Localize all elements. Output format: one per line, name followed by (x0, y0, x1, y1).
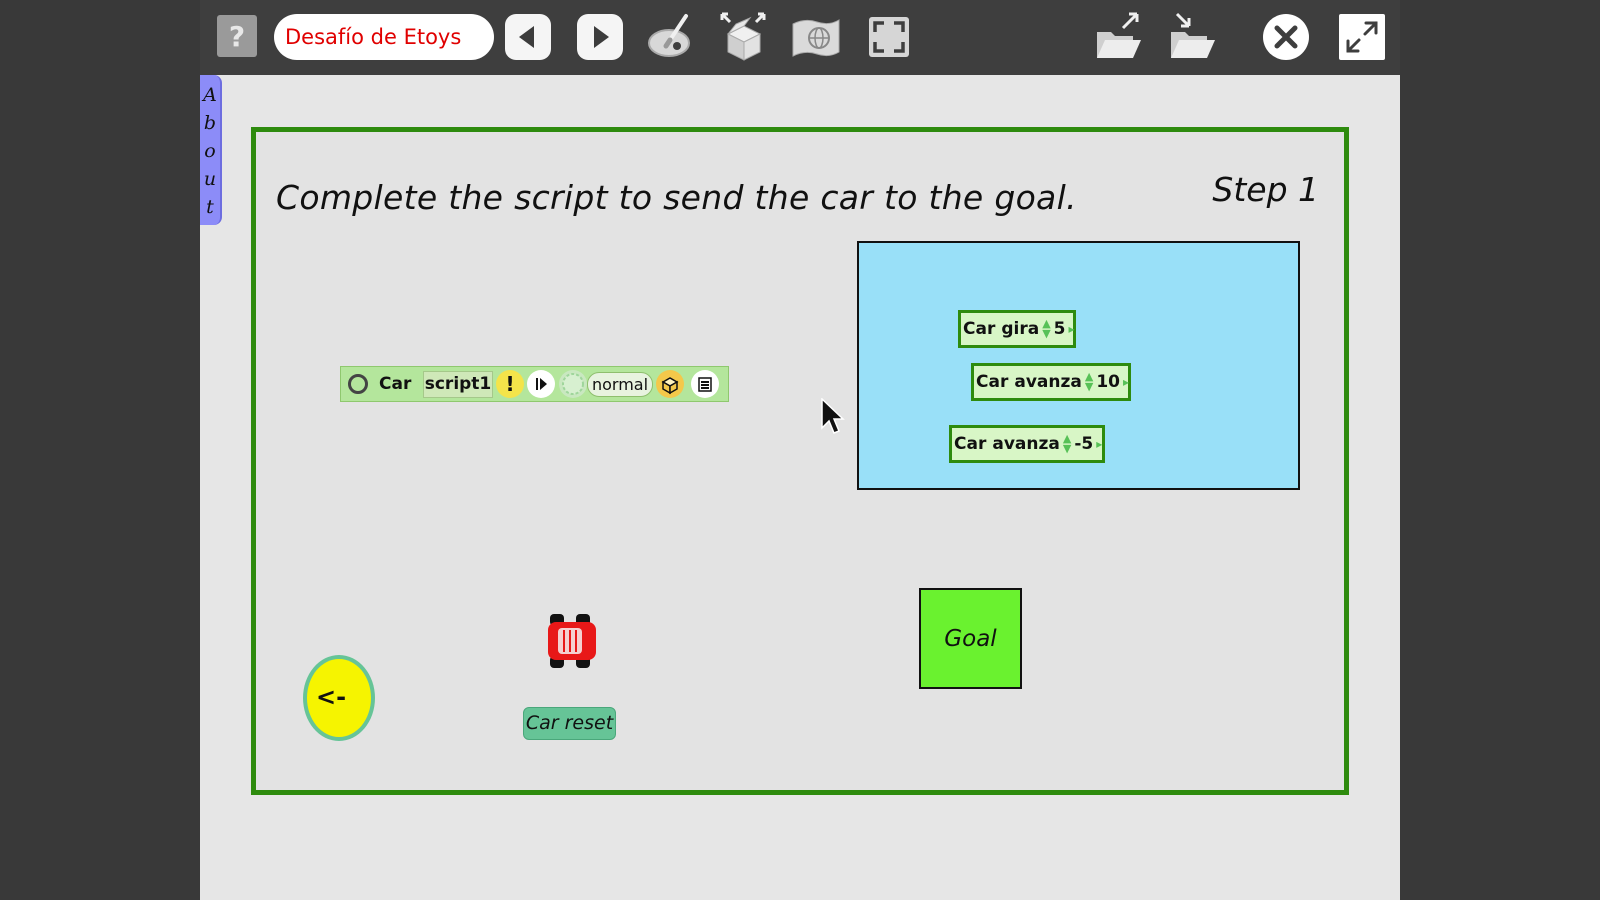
etoys-world: ? Desafío de Etoys A b o u t Complete th… (200, 0, 1400, 900)
clock-icon (562, 373, 584, 395)
globe-button[interactable] (789, 10, 843, 64)
car-reset-button[interactable]: Car reset (523, 707, 616, 740)
step-label: Step 1 (1212, 170, 1319, 209)
next-page-icon (594, 26, 609, 48)
paint-button[interactable] (644, 10, 698, 64)
tile-car-gira[interactable]: Car gira ▲ ▼ 5 ▸ (958, 310, 1076, 348)
book-page: Complete the script to send the car to t… (251, 127, 1349, 795)
about-letter: b (203, 112, 217, 134)
tile-extend-icon[interactable]: ▸ (1069, 322, 1075, 336)
project-name-field[interactable]: Desafío de Etoys (274, 14, 494, 60)
tile-value[interactable]: -5 (1072, 434, 1095, 454)
save-project-icon (1171, 12, 1215, 58)
load-project-icon (1097, 12, 1141, 58)
tile-palette: Car gira ▲ ▼ 5 ▸ Car avanza ▲ ▼ 10 ▸ Car a… (857, 241, 1300, 490)
fullscreen-frame-icon (869, 17, 909, 57)
menu-icon (698, 377, 712, 392)
tick-status-selector[interactable]: normal (587, 372, 653, 397)
tile-extend-icon[interactable]: ▸ (1123, 375, 1129, 389)
tile-player: Car (976, 372, 1009, 392)
next-page-button[interactable] (577, 14, 623, 60)
about-letter: o (204, 140, 216, 162)
close-button[interactable] (1263, 14, 1309, 60)
expand-button[interactable] (1339, 14, 1385, 60)
script-name-field[interactable]: script1 (423, 371, 493, 398)
step-button[interactable] (527, 370, 555, 398)
globe-icon (792, 19, 840, 57)
save-project-button[interactable] (1167, 10, 1221, 64)
previous-page-button[interactable] (505, 14, 551, 60)
about-letter: A (203, 84, 217, 106)
help-button[interactable]: ? (217, 15, 257, 57)
tile-car-avanza-back[interactable]: Car avanza ▲ ▼ -5 ▸ (949, 425, 1105, 463)
help-icon: ? (228, 19, 246, 53)
fullscreen-frame-button[interactable] (862, 10, 916, 64)
tile-command: avanza (1014, 372, 1082, 392)
tile-player: Car (954, 434, 987, 454)
car-sprite-icon[interactable] (546, 612, 598, 670)
tile-player: Car (963, 319, 996, 339)
supplies-button[interactable] (716, 10, 770, 64)
clock-button[interactable] (559, 370, 587, 398)
script-editor[interactable]: Car script1 ! normal (340, 366, 729, 402)
paint-icon (648, 14, 690, 57)
back-button-label: <- (316, 683, 347, 711)
script-player-name: Car (379, 374, 412, 394)
dismiss-circle-icon[interactable] (348, 374, 368, 394)
tile-car-avanza[interactable]: Car avanza ▲ ▼ 10 ▸ (971, 363, 1131, 401)
tile-command: gira (1001, 319, 1040, 339)
tiles-button[interactable] (656, 370, 684, 398)
close-icon (1274, 25, 1298, 49)
back-button[interactable]: <- (302, 654, 376, 742)
value-arrows-icon[interactable]: ▲ ▼ (1063, 433, 1071, 454)
goal-box[interactable]: Goal (919, 588, 1022, 689)
run-once-button[interactable]: ! (496, 370, 524, 398)
value-arrows-icon[interactable]: ▲ ▼ (1085, 371, 1093, 392)
about-letter: u (203, 168, 217, 190)
load-project-button[interactable] (1093, 10, 1147, 64)
value-arrows-icon[interactable]: ▲ ▼ (1042, 318, 1050, 339)
about-flap-tab[interactable]: A b o u t (200, 75, 222, 225)
about-letter: t (206, 196, 214, 218)
mouse-cursor-icon (821, 398, 845, 434)
toolbar: ? Desafío de Etoys (200, 0, 1400, 75)
previous-page-icon (519, 26, 534, 48)
tile-command: avanza (992, 434, 1060, 454)
script-menu-button[interactable] (691, 370, 719, 398)
instruction-text: Complete the script to send the car to t… (276, 178, 1077, 217)
tile-extend-icon[interactable]: ▸ (1096, 437, 1102, 451)
expand-icon (1346, 21, 1378, 53)
package-icon (661, 377, 679, 395)
step-icon (536, 378, 547, 390)
goal-label: Goal (944, 625, 997, 652)
tile-value[interactable]: 10 (1094, 372, 1122, 392)
tile-value[interactable]: 5 (1052, 319, 1068, 339)
supplies-icon (720, 12, 766, 61)
